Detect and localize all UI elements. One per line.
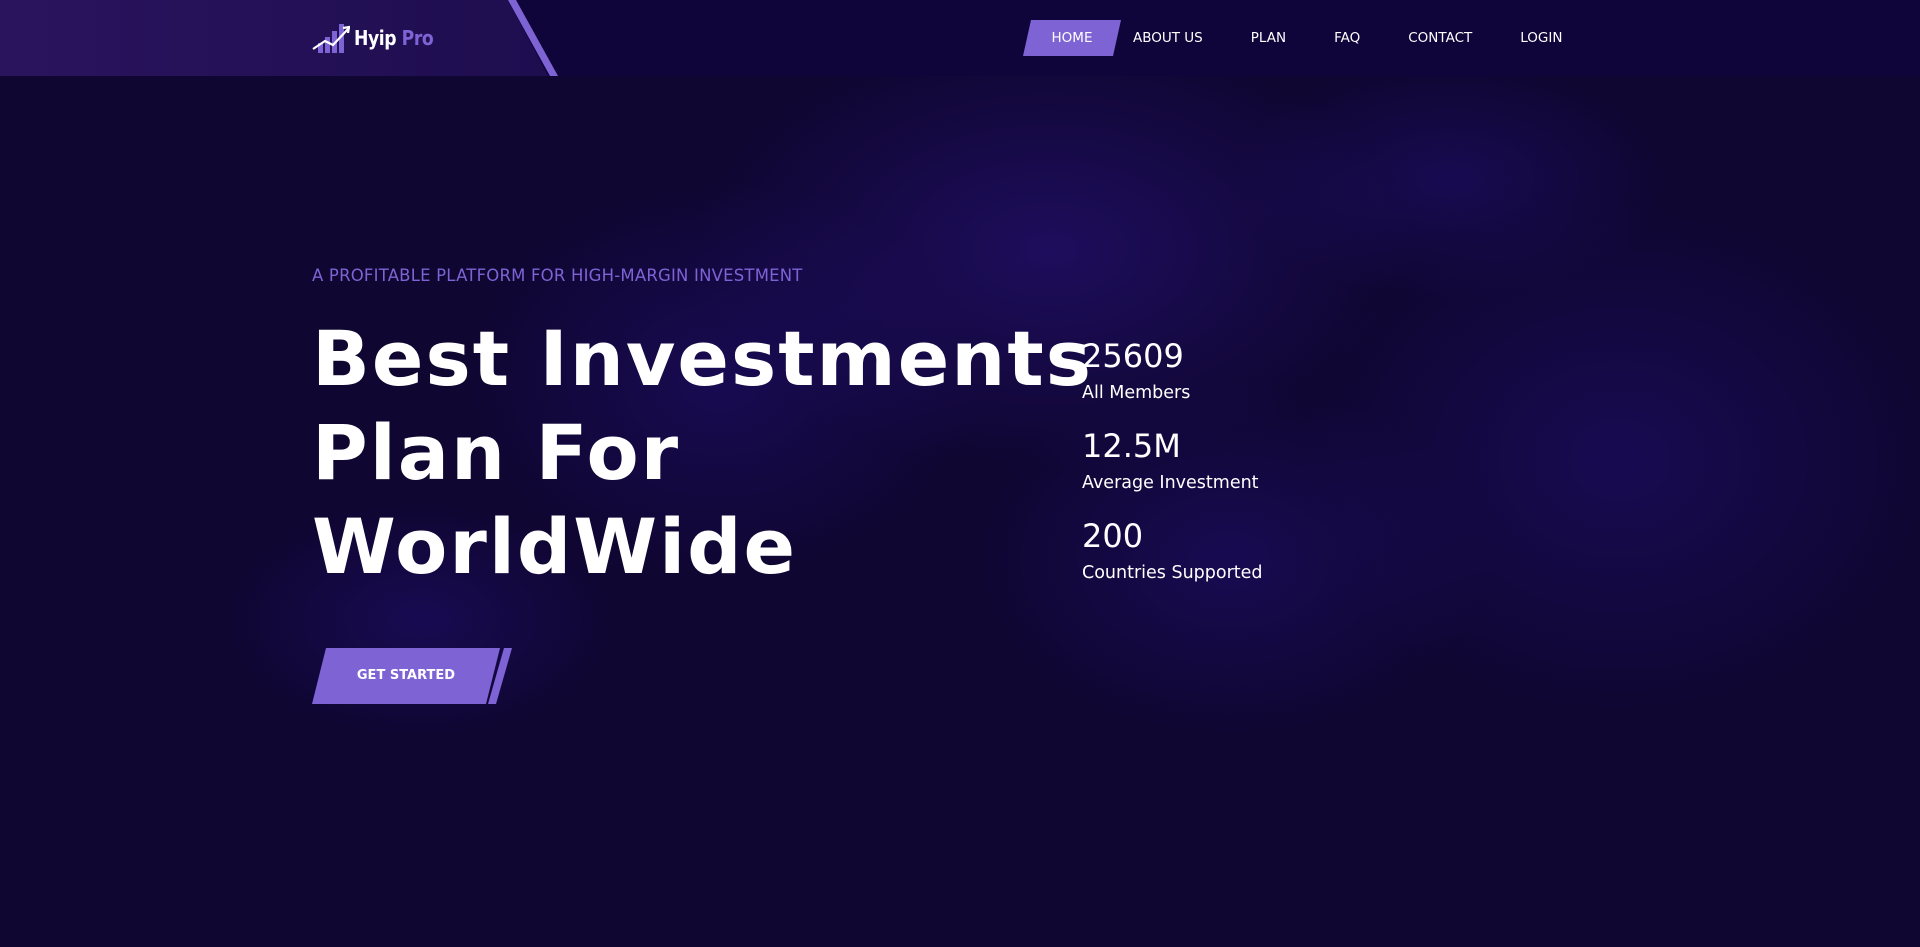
- headline-line-1: Best Investments: [312, 314, 1093, 403]
- stat-average-investment-label: Average Investment: [1082, 473, 1259, 493]
- nav-contact-label: CONTACT: [1408, 30, 1473, 46]
- headline-line-2: Plan For: [312, 408, 681, 497]
- brand-name-part1: Hyip: [354, 26, 397, 50]
- stat-members-label: All Members: [1082, 383, 1191, 403]
- get-started-button-label: GET STARTED: [356, 668, 456, 683]
- headline-line-3: WorldWide: [312, 502, 798, 591]
- nav-plan-label: PLAN: [1250, 30, 1287, 46]
- stat-countries: 200 Countries Supported: [1082, 514, 1263, 604]
- stat-countries-label: Countries Supported: [1082, 563, 1263, 583]
- brand-name: Hyip Pro: [354, 26, 434, 50]
- logo-panel: [0, 0, 560, 76]
- nav-login[interactable]: LOGIN: [1520, 20, 1562, 56]
- landing-page: Hyip Pro HOME ABOUT US PLAN FAQ CONTACT …: [0, 0, 1920, 947]
- stat-average-investment: 12.5M Average Investment: [1082, 424, 1263, 514]
- nav-contact[interactable]: CONTACT: [1408, 20, 1472, 56]
- stats-list: 25609 All Members 12.5M Average Investme…: [1082, 334, 1263, 604]
- brand-logo[interactable]: Hyip Pro: [312, 18, 446, 58]
- nav-about-us[interactable]: ABOUT US: [1133, 20, 1203, 56]
- main-nav: HOME ABOUT US PLAN FAQ CONTACT LOGIN: [1023, 20, 1562, 56]
- site-header: Hyip Pro HOME ABOUT US PLAN FAQ CONTACT …: [0, 0, 1920, 76]
- nav-faq-label: FAQ: [1334, 30, 1361, 46]
- stat-average-investment-value: 12.5M: [1082, 427, 1181, 465]
- nav-about-us-label: ABOUT US: [1133, 30, 1203, 46]
- nav-faq[interactable]: FAQ: [1334, 20, 1360, 56]
- hero-headline: Best Investments Plan For WorldWide: [312, 312, 1093, 594]
- stat-members-value: 25609: [1082, 337, 1184, 375]
- stat-members: 25609 All Members: [1082, 334, 1263, 424]
- nav-plan[interactable]: PLAN: [1251, 20, 1286, 56]
- nav-login-label: LOGIN: [1520, 30, 1563, 46]
- nav-home-label: HOME: [1051, 30, 1093, 46]
- stat-countries-value: 200: [1082, 517, 1144, 555]
- get-started-button[interactable]: GET STARTED: [312, 648, 512, 704]
- brand-name-part2: Pro: [401, 26, 434, 50]
- bar-chart-logo-icon: [312, 24, 350, 53]
- nav-home[interactable]: HOME: [1023, 20, 1121, 56]
- hero-tagline: A PROFITABLE PLATFORM FOR HIGH-MARGIN IN…: [312, 266, 803, 285]
